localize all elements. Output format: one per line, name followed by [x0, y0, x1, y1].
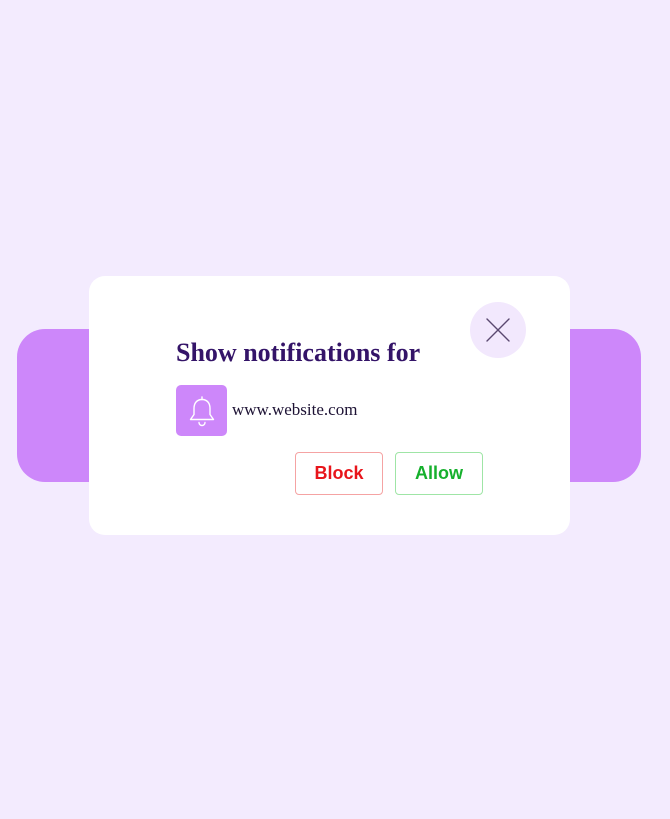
close-button[interactable]	[470, 302, 526, 358]
site-icon-tile	[176, 385, 227, 436]
site-url: www.website.com	[232, 400, 358, 419]
bell-icon	[189, 395, 214, 426]
block-button[interactable]: Block	[295, 452, 383, 495]
notification-permission-dialog: Show notifications for www.website.com B…	[89, 276, 570, 535]
dialog-title: Show notifications for	[176, 338, 421, 367]
allow-button[interactable]: Allow	[395, 452, 483, 495]
close-icon	[486, 318, 510, 342]
